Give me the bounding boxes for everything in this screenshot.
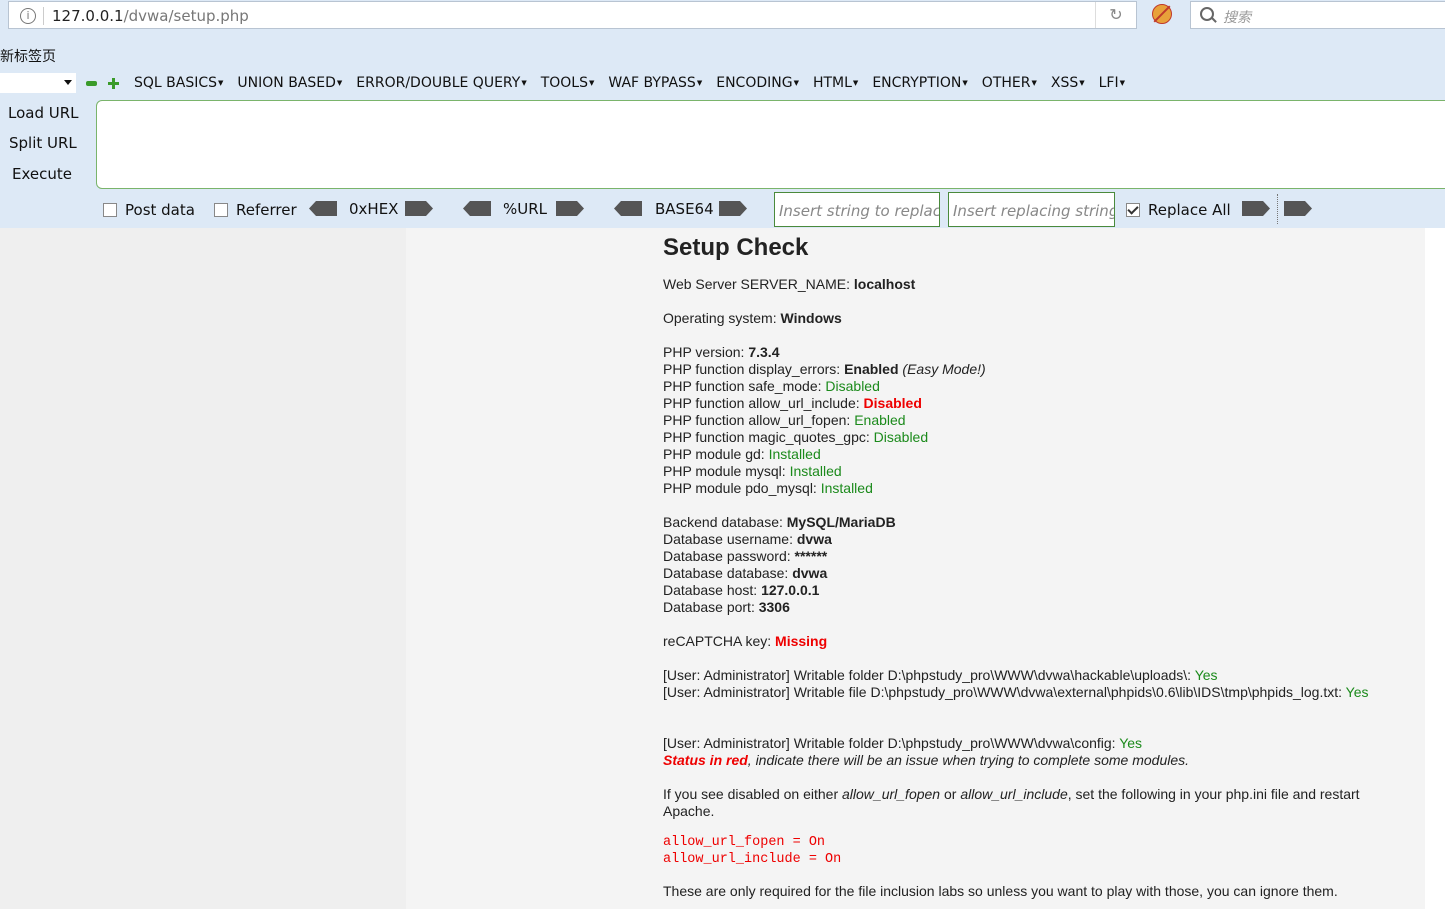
menu-other[interactable]: OTHER▼ (982, 75, 1037, 91)
gd-line: PHP module gd: Installed (663, 446, 821, 462)
safe-mode-line: PHP function safe_mode: Disabled (663, 378, 880, 394)
menu-tools[interactable]: TOOLS▼ (541, 75, 595, 91)
url-separator (43, 7, 44, 25)
browser-chrome: i 127.0.0.1/dvwa/setup.php ↻ 搜索 新标签页 SQL… (0, 0, 1445, 228)
writable-uploads-line: [User: Administrator] Writable folder D:… (663, 667, 1218, 683)
base64-decode-arrow-icon[interactable] (614, 201, 642, 216)
plus-icon[interactable] (108, 78, 119, 89)
status-red-line: Status in red, indicate there will be an… (663, 752, 1190, 768)
menu-encoding[interactable]: ENCODING▼ (716, 75, 799, 91)
url-encode-arrow-icon[interactable] (556, 201, 584, 216)
menu-html[interactable]: HTML▼ (813, 75, 858, 91)
tab-title[interactable]: 新标签页 (0, 46, 56, 66)
hackbar-select[interactable] (0, 73, 76, 93)
db-password-line: Database password: ****** (663, 548, 828, 564)
allow-url-include-line: PHP function allow_url_include: Disabled (663, 395, 922, 411)
base64-encode-arrow-icon[interactable] (719, 201, 747, 216)
replace-string-input[interactable]: Insert string to replace (774, 192, 940, 227)
menu-encryption[interactable]: ENCRYPTION▼ (872, 75, 967, 91)
menu-lfi[interactable]: LFI▼ (1099, 75, 1125, 91)
allow-url-fopen-line: PHP function allow_url_fopen: Enabled (663, 412, 906, 428)
page-viewport: Setup Check Web Server SERVER_NAME: loca… (0, 228, 1445, 909)
hackbar-url-textarea[interactable] (96, 100, 1445, 189)
left-pane (0, 228, 406, 909)
server-name-line: Web Server SERVER_NAME: localhost (663, 276, 916, 292)
replace-arrow-icon[interactable] (1242, 201, 1270, 216)
menu-error-double-query[interactable]: ERROR/DOUBLE QUERY▼ (356, 75, 526, 91)
base64-label: BASE64 (655, 200, 714, 218)
writable-log-line: [User: Administrator] Writable file D:\p… (663, 684, 1369, 700)
php-version-line: PHP version: 7.3.4 (663, 344, 780, 360)
noscript-icon[interactable] (1152, 4, 1172, 24)
replace-next-arrow-icon[interactable] (1284, 201, 1312, 216)
menu-waf-bypass[interactable]: WAF BYPASS▼ (608, 75, 702, 91)
backend-db-line: Backend database: MySQL/MariaDB (663, 514, 896, 530)
disabled-note-line: If you see disabled on either allow_url_… (663, 786, 1360, 802)
disabled-note-line-2: Apache. (663, 803, 715, 819)
writable-config-line: [User: Administrator] Writable folder D:… (663, 735, 1143, 751)
load-url-button[interactable]: Load URL (8, 104, 79, 122)
code-line-include: allow_url_include = On (663, 852, 842, 867)
db-port-line: Database port: 3306 (663, 599, 790, 615)
hackbar-menu: SQL BASICS▼ UNION BASED▼ ERROR/DOUBLE QU… (134, 75, 1139, 91)
footer-note: These are only required for the file inc… (663, 883, 1338, 899)
search-placeholder: 搜索 (1223, 10, 1251, 26)
hex-encode-arrow-icon[interactable] (405, 201, 433, 216)
url-label: %URL (503, 200, 548, 218)
db-host-line: Database host: 127.0.0.1 (663, 582, 820, 598)
url-decode-arrow-icon[interactable] (463, 201, 491, 216)
os-line: Operating system: Windows (663, 310, 842, 326)
recaptcha-line: reCAPTCHA key: Missing (663, 633, 828, 649)
replacing-string-input[interactable]: Insert replacing string (948, 192, 1115, 227)
minus-icon[interactable] (86, 81, 97, 86)
search-bar[interactable]: 搜索 (1190, 1, 1445, 29)
main-pane (406, 228, 1425, 909)
replace-all-checkbox[interactable] (1126, 203, 1140, 217)
execute-button[interactable]: Execute (12, 165, 72, 183)
menu-xss[interactable]: XSS▼ (1051, 75, 1085, 91)
split-url-button[interactable]: Split URL (9, 134, 77, 152)
toolbar-divider (1277, 194, 1278, 224)
magic-quotes-line: PHP function magic_quotes_gpc: Disabled (663, 429, 929, 445)
address-bar[interactable]: i 127.0.0.1/dvwa/setup.php ↻ (8, 1, 1137, 29)
referrer-option[interactable]: Referrer (214, 201, 297, 219)
code-line-fopen: allow_url_fopen = On (663, 835, 826, 850)
hex-decode-arrow-icon[interactable] (309, 201, 337, 216)
display-errors-line: PHP function display_errors: Enabled (Ea… (663, 361, 986, 377)
post-data-option[interactable]: Post data (103, 201, 195, 219)
referrer-checkbox[interactable] (214, 203, 228, 217)
replace-all-option[interactable]: Replace All (1126, 201, 1231, 219)
hex-label: 0xHEX (349, 200, 399, 218)
menu-sql-basics[interactable]: SQL BASICS▼ (134, 75, 223, 91)
db-database-line: Database database: dvwa (663, 565, 828, 581)
mysql-line: PHP module mysql: Installed (663, 463, 842, 479)
db-username-line: Database username: dvwa (663, 531, 832, 547)
url-text[interactable]: 127.0.0.1/dvwa/setup.php (52, 7, 249, 25)
reload-icon[interactable]: ↻ (1095, 2, 1136, 28)
post-data-checkbox[interactable] (103, 203, 117, 217)
page-title: Setup Check (663, 234, 809, 261)
menu-union-based[interactable]: UNION BASED▼ (237, 75, 342, 91)
search-icon (1200, 7, 1214, 21)
pdo-mysql-line: PHP module pdo_mysql: Installed (663, 480, 873, 496)
info-icon[interactable]: i (20, 8, 36, 24)
